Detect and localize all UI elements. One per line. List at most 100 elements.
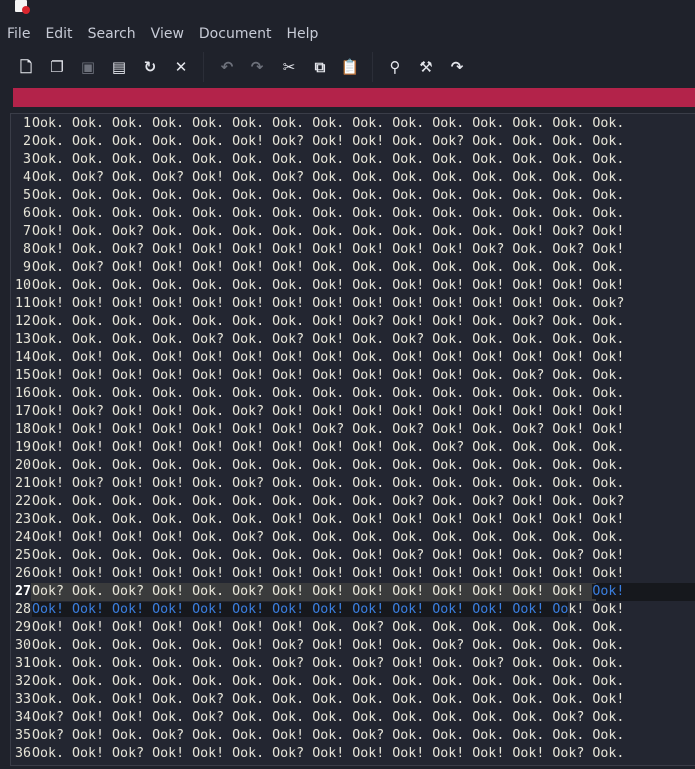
code-line[interactable]: 25 Ook. Ook. Ook. Ook. Ook. Ook. Ook. Ook… (11, 547, 695, 565)
code-line[interactable]: 21 Ook! Ook? Ook! Ook! Ook. Ook? Ook. Ook… (11, 475, 695, 493)
menu-document[interactable]: Document (192, 22, 280, 46)
line-text: Ook. Ook. Ook. Ook. Ook. Ook. Ook. Ook! … (32, 314, 625, 329)
code-line[interactable]: 24 Ook! Ook! Ook! Ook! Ook. Ook? Ook. Ook… (11, 529, 695, 547)
line-text: Ook. Ook. Ook! Ook. Ook? Ook. Ook. Ook. … (32, 692, 625, 707)
close-icon[interactable]: ✕ (171, 57, 191, 77)
line-text: Ook! Ook? Ook! Ook! Ook. Ook? Ook. Ook. … (32, 476, 625, 491)
line-text: Ook? Ook. Ook? Ook! Ook. Ook? Ook! Ook! … (32, 583, 625, 601)
line-number: 33 (14, 692, 31, 707)
selected-text[interactable]: Ook! (592, 584, 625, 599)
code-line[interactable]: 9 Ook. Ook? Ook! Ook! Ook! Ook! Ook! Ook.… (11, 259, 695, 277)
code-line[interactable]: 7 Ook! Ook. Ook? Ook. Ook. Ook. Ook. Ook.… (11, 223, 695, 241)
cut-icon[interactable]: ✂ (279, 57, 299, 77)
code-line[interactable]: 29 Ook! Ook! Ook! Ook! Ook! Ook! Ook! Ook… (11, 619, 695, 637)
code-line[interactable]: 19 Ook! Ook! Ook! Ook! Ook! Ook! Ook! Ook… (11, 439, 695, 457)
reload-icon[interactable]: ↻ (140, 57, 160, 77)
line-number: 12 (14, 314, 31, 329)
line-number: 8 (22, 242, 31, 257)
line-number: 30 (14, 638, 31, 653)
code-line[interactable]: 23 Ook. Ook. Ook. Ook. Ook. Ook. Ook! Ook… (11, 511, 695, 529)
code-line[interactable]: 6 Ook. Ook. Ook. Ook. Ook. Ook. Ook. Ook.… (11, 205, 695, 223)
line-number: 32 (14, 674, 31, 689)
code-line[interactable]: 1 Ook. Ook. Ook. Ook. Ook. Ook. Ook. Ook.… (11, 115, 695, 133)
code-line[interactable]: 5 Ook. Ook. Ook. Ook. Ook. Ook. Ook. Ook.… (11, 187, 695, 205)
code-line[interactable]: 17 Ook! Ook? Ook! Ook! Ook. Ook? Ook! Ook… (11, 403, 695, 421)
menu-edit[interactable]: Edit (38, 22, 80, 46)
code-line[interactable]: 28 Ook! Ook! Ook! Ook! Ook! Ook! Ook! Ook… (11, 601, 695, 619)
find-replace-icon[interactable]: ⚒ (416, 57, 436, 77)
line-text: Ook? Ook! Ook. Ook? Ook. Ook. Ook! Ook. … (32, 728, 625, 743)
code-line[interactable]: 3 Ook. Ook. Ook. Ook. Ook. Ook. Ook. Ook.… (11, 151, 695, 169)
line-number: 1 (22, 116, 31, 131)
code-line[interactable]: 16 Ook. Ook. Ook. Ook. Ook. Ook. Ook. Ook… (11, 385, 695, 403)
line-number: 31 (14, 656, 31, 671)
line-number: 16 (14, 386, 31, 401)
menu-search[interactable]: Search (81, 22, 144, 46)
code-line[interactable]: 18 Ook! Ook! Ook! Ook! Ook! Ook! Ook! Ook… (11, 421, 695, 439)
code-line[interactable]: 36 Ook. Ook! Ook? Ook! Ook! Ook. Ook? Ook… (11, 745, 695, 763)
line-text: Ook. Ook. Ook. Ook. Ook. Ook. Ook. Ook. … (32, 152, 625, 167)
selected-text[interactable]: Ook! Ook! Ook! Ook! Ook! Ook! Ook! Ook! … (32, 602, 569, 617)
save-icon[interactable]: ▣ (78, 57, 98, 77)
line-number: 11 (14, 296, 31, 311)
line-number: 34 (14, 710, 31, 725)
line-number: 18 (14, 422, 31, 437)
code-line[interactable]: 2 Ook. Ook. Ook. Ook. Ook. Ook! Ook? Ook!… (11, 133, 695, 151)
code-line[interactable]: 11 Ook! Ook! Ook! Ook! Ook! Ook! Ook! Ook… (11, 295, 695, 313)
line-number: 29 (14, 620, 31, 635)
code-line[interactable]: 10 Ook. Ook. Ook. Ook. Ook. Ook. Ook. Ook… (11, 277, 695, 295)
line-text: Ook! Ook! Ook! Ook! Ook! Ook! Ook! Ook? … (32, 422, 625, 437)
code-line[interactable]: 15 Ook! Ook! Ook! Ook! Ook! Ook! Ook! Ook… (11, 367, 695, 385)
menu-help[interactable]: Help (279, 22, 326, 46)
code-line[interactable]: 12 Ook. Ook. Ook. Ook. Ook. Ook. Ook. Ook… (11, 313, 695, 331)
line-number: 27 (14, 584, 31, 599)
line-text: Ook! Ook! Ook! Ook! Ook! Ook! Ook! Ook! … (32, 368, 625, 383)
redo-icon[interactable]: ↷ (247, 57, 267, 77)
undo-icon[interactable]: ↶ (217, 57, 237, 77)
menu-view[interactable]: View (144, 22, 192, 46)
new-window-icon[interactable]: ❐ (47, 57, 67, 77)
go-to-line-icon[interactable]: ↷ (447, 57, 467, 77)
code-line[interactable]: 30 Ook. Ook. Ook. Ook. Ook. Ook! Ook? Ook… (11, 637, 695, 655)
line-text: Ook! Ook! Ook! Ook! Ook! Ook! Ook! Ook! … (32, 296, 625, 311)
code-line[interactable]: 34 Ook? Ook! Ook! Ook. Ook? Ook. Ook. Ook… (11, 709, 695, 727)
line-number: 3 (22, 152, 31, 167)
line-number: 10 (14, 278, 31, 293)
line-number: 7 (22, 224, 31, 239)
line-text: Ook. Ook. Ook. Ook. Ook. Ook. Ook? Ook. … (32, 656, 625, 671)
code-line[interactable]: 26 Ook! Ook! Ook! Ook! Ook! Ook! Ook! Ook… (11, 565, 695, 583)
code-line[interactable]: 33 Ook. Ook. Ook! Ook. Ook? Ook. Ook. Ook… (11, 691, 695, 709)
new-document-icon[interactable]: 🗋 (16, 57, 36, 77)
line-text: Ook. Ook. Ook. Ook. Ook. Ook. Ook. Ook. … (32, 188, 625, 203)
code-line[interactable]: 14 Ook. Ook! Ook. Ook! Ook! Ook! Ook! Ook… (11, 349, 695, 367)
find-icon[interactable]: ⚲ (385, 57, 405, 77)
line-number: 24 (14, 530, 31, 545)
paste-icon[interactable]: 📋 (340, 57, 360, 77)
code-line[interactable]: 35 Ook? Ook! Ook. Ook? Ook. Ook. Ook! Ook… (11, 727, 695, 745)
code-line[interactable]: 31 Ook. Ook. Ook. Ook. Ook. Ook. Ook? Ook… (11, 655, 695, 673)
copy-icon[interactable]: ⧉ (310, 57, 330, 77)
code-line[interactable]: 22 Ook. Ook. Ook. Ook. Ook. Ook. Ook. Ook… (11, 493, 695, 511)
line-number: 20 (14, 458, 31, 473)
save-as-icon[interactable]: ▤ (109, 57, 129, 77)
code-line[interactable]: 27 Ook? Ook. Ook? Ook! Ook. Ook? Ook! Ook… (11, 583, 695, 601)
line-text: Ook. Ook. Ook. Ook. Ook. Ook. Ook. Ook. … (32, 206, 625, 221)
text-editor-area[interactable]: 1 Ook. Ook. Ook. Ook. Ook. Ook. Ook. Ook.… (10, 113, 695, 766)
code-line[interactable]: 8 Ook! Ook. Ook? Ook! Ook! Ook! Ook! Ook!… (11, 241, 695, 259)
line-text: Ook. Ook? Ook. Ook? Ook! Ook. Ook? Ook. … (32, 170, 625, 185)
code-line[interactable]: 32 Ook. Ook. Ook. Ook. Ook. Ook. Ook. Ook… (11, 673, 695, 691)
line-number: 9 (22, 260, 31, 275)
toolbar-separator (203, 52, 204, 82)
line-text: Ook. Ook. Ook. Ook. Ook. Ook. Ook. Ook! … (32, 278, 625, 293)
code-line[interactable]: 20 Ook. Ook. Ook. Ook. Ook. Ook. Ook. Ook… (11, 457, 695, 475)
line-number: 36 (14, 746, 31, 761)
menu-file[interactable]: File (0, 22, 38, 46)
line-number: 6 (22, 206, 31, 221)
line-number: 28 (14, 602, 31, 617)
line-number: 2 (22, 134, 31, 149)
code-line[interactable]: 4 Ook. Ook? Ook. Ook? Ook! Ook. Ook? Ook.… (11, 169, 695, 187)
line-number: 23 (14, 512, 31, 527)
line-text: Ook! Ook. Ook? Ook! Ook! Ook! Ook! Ook! … (32, 242, 625, 257)
code-line[interactable]: 13 Ook. Ook. Ook. Ook. Ook? Ook. Ook? Ook… (11, 331, 695, 349)
title-bar (0, 0, 695, 18)
